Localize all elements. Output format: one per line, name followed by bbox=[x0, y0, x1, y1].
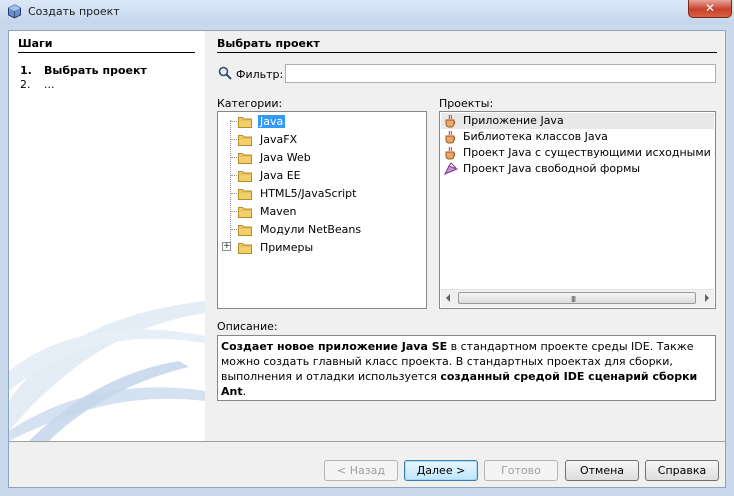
folder-icon bbox=[238, 153, 252, 164]
scroll-thumb[interactable]: III bbox=[458, 292, 696, 304]
java-cup-icon bbox=[445, 130, 456, 144]
free-form-project-icon bbox=[444, 162, 458, 175]
steps-panel: Шаги 1. Выбрать проект 2.... bbox=[9, 31, 205, 441]
filter-label: Фильтр: bbox=[236, 68, 284, 81]
folder-icon bbox=[238, 207, 252, 218]
cancel-button[interactable]: Отмена bbox=[565, 460, 639, 481]
new-project-dialog: Создать проект ✕ Шаги 1. Выбрать проект 2… bbox=[0, 0, 734, 496]
folder-icon bbox=[238, 117, 252, 128]
tree-item-maven[interactable]: Maven bbox=[218, 203, 426, 221]
java-cup-icon bbox=[445, 146, 456, 160]
folder-icon bbox=[238, 171, 252, 182]
close-button[interactable]: ✕ bbox=[688, 0, 732, 18]
scroll-right-icon[interactable] bbox=[705, 294, 709, 302]
list-item-java-class-library[interactable]: Библиотека классов Java bbox=[441, 129, 714, 145]
description-text: Создает новое приложение Java SE в станд… bbox=[217, 335, 716, 401]
folder-icon bbox=[238, 243, 252, 254]
button-bar-divider bbox=[9, 441, 725, 442]
tree-item-javafx[interactable]: JavaFX bbox=[218, 131, 426, 149]
horizontal-scrollbar[interactable]: III bbox=[441, 289, 714, 307]
window-title: Создать проект bbox=[28, 5, 120, 18]
projects-list[interactable]: Приложение Java Библиотека классов Java … bbox=[439, 111, 716, 309]
search-icon bbox=[218, 66, 232, 80]
java-cup-icon bbox=[445, 114, 456, 128]
projects-label: Проекты: bbox=[439, 97, 494, 110]
description-label: Описание: bbox=[217, 320, 278, 333]
decorative-swoosh-graphic bbox=[9, 301, 205, 441]
title-bar[interactable]: Создать проект ✕ bbox=[0, 0, 734, 24]
folder-icon bbox=[238, 135, 252, 146]
steps-title: Шаги bbox=[18, 37, 53, 50]
title-divider bbox=[217, 52, 717, 53]
tree-item-netbeans-modules[interactable]: Модули NetBeans bbox=[218, 221, 426, 239]
content-panel: Выбрать проект Фильтр: Категории: Проект… bbox=[205, 31, 725, 441]
help-button[interactable]: Справка bbox=[645, 460, 719, 481]
step-item-1: 1. Выбрать проект bbox=[20, 64, 147, 77]
finish-button[interactable]: Готово bbox=[484, 460, 558, 481]
back-button[interactable]: < Назад bbox=[324, 460, 398, 481]
folder-icon bbox=[238, 189, 252, 200]
scroll-left-icon[interactable] bbox=[446, 294, 450, 302]
tree-item-java-web[interactable]: Java Web bbox=[218, 149, 426, 167]
tree-item-java-ee[interactable]: Java EE bbox=[218, 167, 426, 185]
dialog-body: Шаги 1. Выбрать проект 2.... Выбрать прое… bbox=[8, 30, 726, 488]
expand-plus-icon[interactable]: + bbox=[222, 242, 231, 251]
tree-item-html5[interactable]: HTML5/JavaScript bbox=[218, 185, 426, 203]
tree-item-java[interactable]: Java bbox=[218, 113, 426, 131]
categories-tree[interactable]: Java JavaFX Java Web Java EE HTML5/JavaS… bbox=[217, 111, 427, 309]
folder-icon bbox=[238, 225, 252, 236]
list-item-java-application[interactable]: Приложение Java bbox=[441, 113, 714, 129]
steps-divider bbox=[18, 52, 195, 53]
close-icon: ✕ bbox=[704, 1, 716, 15]
list-item-java-existing-sources[interactable]: Проект Java с существующими исходными фа… bbox=[441, 145, 715, 161]
page-title: Выбрать проект bbox=[217, 37, 320, 50]
next-button[interactable]: Далее > bbox=[404, 460, 478, 481]
netbeans-cube-icon bbox=[8, 4, 21, 19]
filter-input[interactable] bbox=[285, 64, 716, 83]
step-item-2: 2.... bbox=[20, 78, 55, 91]
tree-item-samples[interactable]: + Примеры bbox=[218, 239, 426, 257]
categories-label: Категории: bbox=[217, 97, 283, 110]
list-item-java-free-form[interactable]: Проект Java свободной формы bbox=[441, 161, 714, 177]
